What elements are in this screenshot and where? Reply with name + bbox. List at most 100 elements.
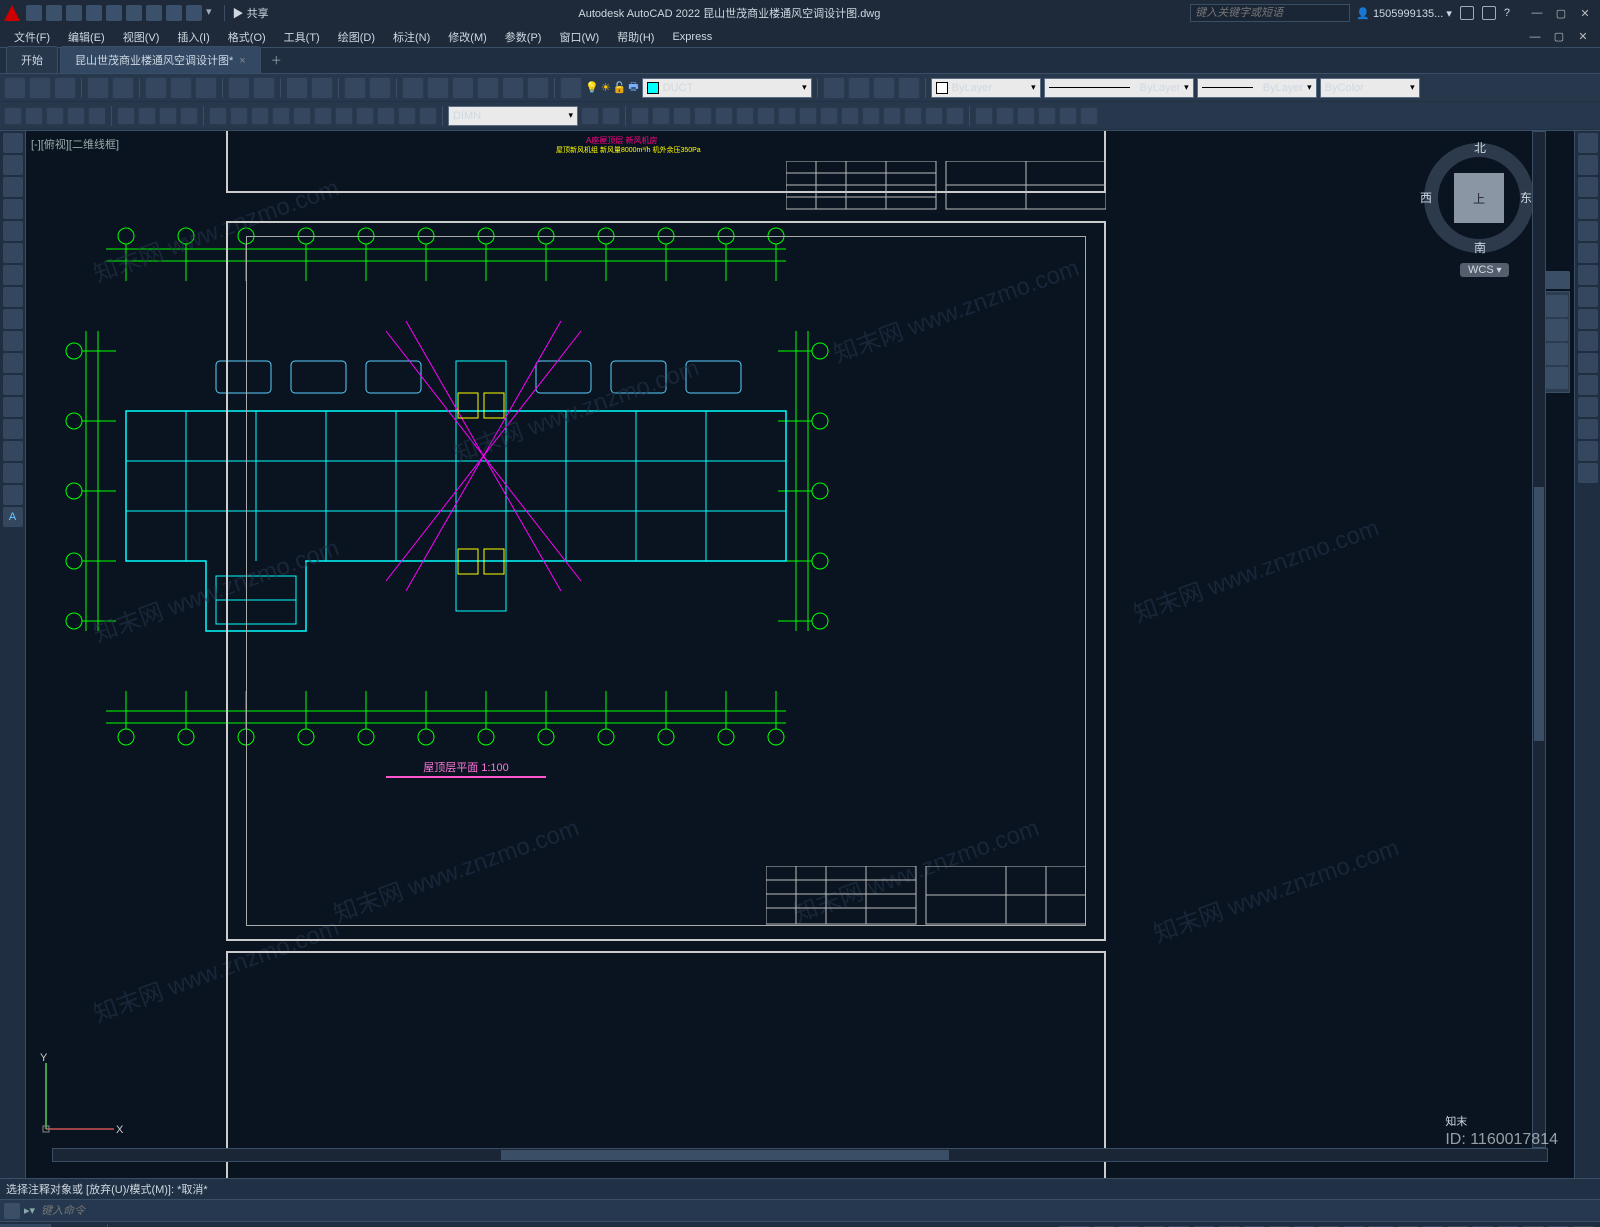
lt-insert-icon[interactable] — [3, 353, 23, 373]
view-named-icon[interactable] — [975, 107, 993, 125]
dim-diameter-icon[interactable] — [293, 107, 311, 125]
qat-web-save-icon[interactable] — [126, 5, 142, 21]
doc-close-button[interactable]: ✕ — [1572, 28, 1594, 46]
command-input[interactable] — [39, 1204, 1596, 1218]
mod-trim-icon[interactable] — [820, 107, 838, 125]
dim-ord-icon[interactable] — [314, 107, 332, 125]
rt-stretch-icon[interactable] — [1578, 309, 1598, 329]
nav-zoomext-icon[interactable] — [1546, 319, 1568, 341]
lt-ellipse-icon[interactable] — [3, 331, 23, 351]
qat-plot-icon[interactable] — [146, 5, 162, 21]
menu-insert[interactable]: 插入(I) — [169, 27, 217, 47]
dim-aligned-icon[interactable] — [230, 107, 248, 125]
dim-cont-icon[interactable] — [335, 107, 353, 125]
dim-style-icon[interactable] — [602, 107, 620, 125]
tb-new-icon[interactable] — [4, 77, 26, 99]
dim-linear-icon[interactable] — [209, 107, 227, 125]
mod-move-icon[interactable] — [736, 107, 754, 125]
rt-join-icon[interactable] — [1578, 397, 1598, 417]
tb-redo-icon[interactable] — [311, 77, 333, 99]
qat-undo-icon[interactable] — [166, 5, 182, 21]
layer-sun-icon[interactable]: ☀ — [601, 81, 611, 94]
qat-save-icon[interactable] — [66, 5, 82, 21]
share-button[interactable]: ▶ 共享 — [224, 5, 269, 21]
mod-join-icon[interactable] — [883, 107, 901, 125]
lt-arc-icon[interactable] — [3, 243, 23, 263]
mod-copy-icon[interactable] — [652, 107, 670, 125]
rt-break-icon[interactable] — [1578, 375, 1598, 395]
menu-express[interactable]: Express — [664, 29, 720, 45]
mod-fillet-icon[interactable] — [925, 107, 943, 125]
lt-gradient-icon[interactable] — [3, 441, 23, 461]
layer-combo[interactable]: DUCT▾ — [642, 78, 812, 98]
dim-base-icon[interactable] — [356, 107, 374, 125]
draw-ray-icon[interactable] — [46, 107, 64, 125]
tab-new-button[interactable]: ＋ — [263, 47, 290, 73]
draw-ellipse-icon[interactable] — [180, 107, 198, 125]
scrollbar-horizontal[interactable] — [52, 1148, 1548, 1162]
tb-layermatch-icon[interactable] — [873, 77, 895, 99]
draw-pline-icon[interactable] — [25, 107, 43, 125]
tb-markup-icon[interactable] — [502, 77, 524, 99]
lt-region-icon[interactable] — [3, 463, 23, 483]
layout-tab-model[interactable]: 模型 — [0, 1224, 51, 1227]
lt-hatch-icon[interactable] — [3, 419, 23, 439]
lt-pline-icon[interactable] — [3, 177, 23, 197]
qat-redo-icon[interactable] — [186, 5, 202, 21]
tab-close-icon[interactable]: × — [239, 55, 245, 67]
tb-cut-icon[interactable] — [145, 77, 167, 99]
tb-prop-icon[interactable] — [402, 77, 424, 99]
tb-tp-icon[interactable] — [452, 77, 474, 99]
lt-block-icon[interactable] — [3, 375, 23, 395]
mod-break-icon[interactable] — [862, 107, 880, 125]
tb-block-icon[interactable] — [253, 77, 275, 99]
doc-minimize-button[interactable]: — — [1524, 28, 1546, 46]
dim-angular-icon[interactable] — [251, 107, 269, 125]
nav-showmotion-icon[interactable] — [1546, 367, 1568, 389]
tb-undo-icon[interactable] — [286, 77, 308, 99]
mod-stretch-icon[interactable] — [799, 107, 817, 125]
command-line[interactable]: ▸▾ — [0, 1199, 1600, 1221]
menu-tools[interactable]: 工具(T) — [276, 27, 328, 47]
rt-erase-icon[interactable] — [1578, 133, 1598, 153]
view-vs-icon[interactable] — [1059, 107, 1077, 125]
menu-window[interactable]: 窗口(W) — [551, 27, 607, 47]
draw-arc-icon[interactable] — [117, 107, 135, 125]
lt-mtext-icon[interactable]: A — [3, 507, 23, 527]
minimize-button[interactable]: — — [1526, 4, 1548, 22]
rt-chamfer-icon[interactable] — [1578, 419, 1598, 439]
draw-circle-icon[interactable] — [138, 107, 156, 125]
nav-pan-icon[interactable] — [1546, 295, 1568, 317]
rt-scale-icon[interactable] — [1578, 287, 1598, 307]
mod-offset-icon[interactable] — [694, 107, 712, 125]
tb-open-icon[interactable] — [29, 77, 51, 99]
view-render-icon[interactable] — [1038, 107, 1056, 125]
dim-leader-icon[interactable] — [377, 107, 395, 125]
draw-spline-icon[interactable] — [159, 107, 177, 125]
layer-bulb-icon[interactable]: 💡 — [585, 81, 599, 94]
viewport-label[interactable]: [-][俯视][二维线框] — [31, 136, 119, 152]
rt-move-icon[interactable] — [1578, 243, 1598, 263]
tb-layeriso-icon[interactable] — [823, 77, 845, 99]
lt-polygon-icon[interactable] — [3, 199, 23, 219]
rt-extend-icon[interactable] — [1578, 353, 1598, 373]
rt-copy-icon[interactable] — [1578, 155, 1598, 175]
navbar-wheel-icon[interactable] — [1542, 271, 1570, 289]
mod-extend-icon[interactable] — [841, 107, 859, 125]
qat-dropdown-icon[interactable]: ▾ — [206, 5, 212, 21]
menu-format[interactable]: 格式(O) — [220, 27, 274, 47]
command-prompt-icon[interactable] — [4, 1203, 20, 1219]
tb-qcalc-icon[interactable] — [527, 77, 549, 99]
qat-web-open-icon[interactable] — [106, 5, 122, 21]
scrollbar-vertical[interactable] — [1532, 131, 1546, 1148]
layer-plot-icon[interactable]: 🖶 — [628, 78, 638, 97]
mod-scale-icon[interactable] — [778, 107, 796, 125]
lt-circle-icon[interactable] — [3, 265, 23, 285]
color-combo[interactable]: ByLayer▾ — [931, 78, 1041, 98]
menu-edit[interactable]: 编辑(E) — [60, 27, 113, 47]
tb-preview-icon[interactable] — [112, 77, 134, 99]
rt-offset-icon[interactable] — [1578, 199, 1598, 219]
dim-radius-icon[interactable] — [272, 107, 290, 125]
rt-rotate-icon[interactable] — [1578, 265, 1598, 285]
mod-chamfer-icon[interactable] — [904, 107, 922, 125]
